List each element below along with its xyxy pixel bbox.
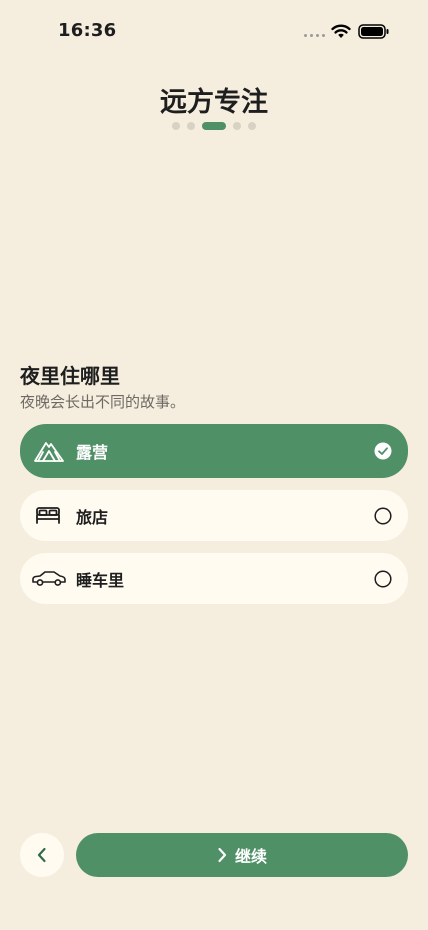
status-time: 16:36 <box>58 20 117 41</box>
page-dot <box>187 122 195 130</box>
check-circle-icon <box>374 442 392 460</box>
tent-icon <box>34 440 64 462</box>
page-dot <box>172 122 180 130</box>
continue-button[interactable]: 继续 <box>76 833 408 877</box>
section-title: 夜里住哪里 <box>20 364 120 388</box>
car-icon <box>31 570 67 588</box>
radio-empty-icon <box>374 506 392 525</box>
option-label: 旅店 <box>76 507 109 527</box>
battery-icon <box>358 24 389 39</box>
app-title: 远方专注 <box>160 87 268 118</box>
page-dot-active <box>202 122 226 130</box>
radio-empty-icon <box>374 569 392 588</box>
chevron-left-icon <box>37 847 46 863</box>
wifi-icon <box>331 24 351 38</box>
page-dot <box>233 122 241 130</box>
page-indicator <box>0 122 428 130</box>
cellular-signal-icon <box>304 34 325 37</box>
continue-label: 继续 <box>234 847 267 866</box>
page-dot <box>248 122 256 130</box>
section-subtitle: 夜晚会长出不同的故事。 <box>20 393 186 411</box>
option-label: 露营 <box>76 443 109 462</box>
bed-icon <box>34 506 62 526</box>
option-camping[interactable]: 露营 <box>20 424 408 478</box>
back-button[interactable] <box>20 833 64 877</box>
chevron-right-icon <box>218 847 227 863</box>
status-bar: 16:36 <box>0 0 428 60</box>
option-sleep-in-car[interactable]: 睡车里 <box>20 553 408 604</box>
option-label: 睡车里 <box>76 570 125 590</box>
option-hotel[interactable]: 旅店 <box>20 490 408 541</box>
